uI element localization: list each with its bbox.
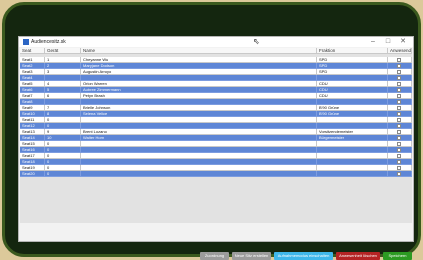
present-checkbox[interactable] <box>397 64 401 68</box>
column-header-present[interactable]: Anwesend <box>388 48 412 54</box>
present-checkbox[interactable] <box>397 118 401 122</box>
present-checkbox[interactable] <box>397 172 401 176</box>
present-checkbox[interactable] <box>397 112 401 116</box>
present-checkbox[interactable] <box>397 160 401 164</box>
present-checkbox[interactable] <box>397 70 401 74</box>
present-checkbox[interactable] <box>397 76 401 80</box>
present-checkbox[interactable] <box>397 82 401 86</box>
present-checkbox[interactable] <box>397 148 401 152</box>
present-checkbox[interactable] <box>397 88 401 92</box>
present-checkbox[interactable] <box>397 136 401 140</box>
close-button[interactable]: ✕ <box>397 37 409 47</box>
title-bar: Audiencesitz.sk ⇖ – □ ✕ <box>19 37 413 47</box>
faction-cell[interactable] <box>317 171 388 177</box>
seat-table: Seat Gerät Name Fraktion Anwesend Seat1 1… <box>20 48 412 223</box>
table-row[interactable]: Seat20 0 <box>20 171 412 177</box>
seat-cell[interactable]: Seat20 <box>20 171 45 177</box>
present-checkbox[interactable] <box>397 94 401 98</box>
column-header-name[interactable]: Name <box>81 48 317 54</box>
name-cell[interactable] <box>81 171 317 177</box>
present-checkbox[interactable] <box>397 130 401 134</box>
table-header: Seat Gerät Name Fraktion Anwesend <box>20 48 412 54</box>
column-header-faction[interactable]: Fraktion <box>317 48 388 54</box>
present-checkbox[interactable] <box>397 166 401 170</box>
present-checkbox[interactable] <box>397 154 401 158</box>
column-header-device[interactable]: Gerät <box>45 48 81 54</box>
present-checkbox[interactable] <box>397 58 401 62</box>
present-cell <box>388 171 412 177</box>
present-checkbox[interactable] <box>397 100 401 104</box>
column-header-seat[interactable]: Seat <box>20 48 45 54</box>
maximize-button[interactable]: □ <box>382 37 394 47</box>
present-checkbox[interactable] <box>397 106 401 110</box>
present-checkbox[interactable] <box>397 124 401 128</box>
app-icon <box>23 39 29 45</box>
device-cell[interactable]: 0 <box>45 171 81 177</box>
mouse-cursor-icon: ⇖ <box>253 37 260 46</box>
window-title: Audiencesitz.sk <box>31 39 66 45</box>
minimize-button[interactable]: – <box>367 37 379 47</box>
present-checkbox[interactable] <box>397 142 401 146</box>
app-window: Audiencesitz.sk ⇖ – □ ✕ Seat Gerät Name … <box>18 36 414 260</box>
